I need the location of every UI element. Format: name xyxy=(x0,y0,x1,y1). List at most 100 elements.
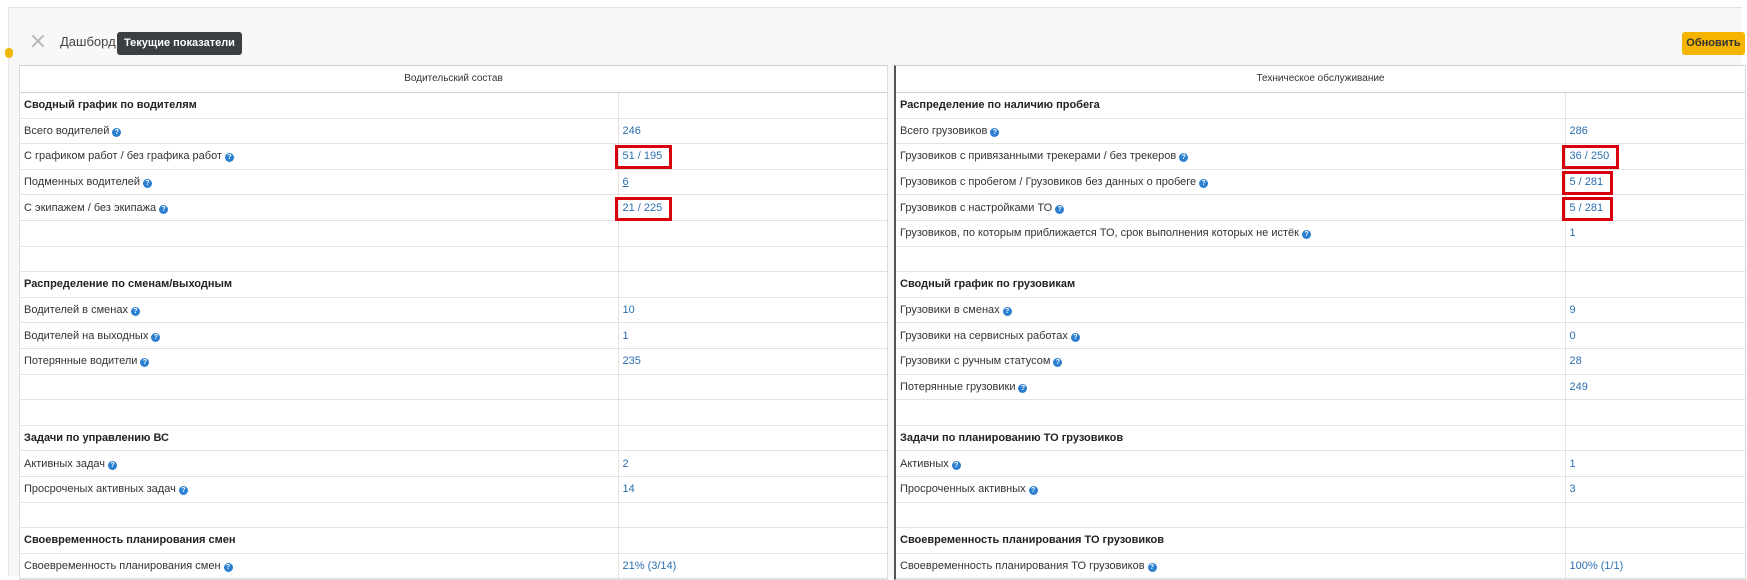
section-header-row: Задачи по управлению ВС xyxy=(20,425,887,452)
close-icon[interactable] xyxy=(31,34,45,48)
section-header-row: Сводный график по водителям xyxy=(20,93,887,119)
value-link[interactable]: 1 xyxy=(1570,458,1576,470)
value-link[interactable]: 1 xyxy=(623,330,629,342)
help-icon[interactable]: ? xyxy=(112,127,122,137)
highlighted-value-link[interactable]: 5 / 281 xyxy=(1570,176,1604,188)
table-row: Грузовиков с привязанными трекерами / бе… xyxy=(896,143,1745,170)
row-label-cell xyxy=(20,246,618,273)
current-indicators-tab[interactable]: Текущие показатели xyxy=(117,32,242,55)
row-value-cell: 5 / 281 xyxy=(1564,169,1745,196)
help-icon[interactable]: ? xyxy=(143,179,152,189)
help-icon[interactable]: ? xyxy=(951,460,961,470)
row-label-cell: Всего водителей? xyxy=(20,118,618,145)
row-value-cell xyxy=(617,374,887,401)
highlighted-value-link[interactable]: 36 / 250 xyxy=(1570,150,1610,162)
value-link[interactable]: 246 xyxy=(623,125,641,137)
value-link[interactable]: 6 xyxy=(623,176,629,188)
value-link[interactable]: 2 xyxy=(623,458,629,470)
empty-row xyxy=(896,246,1745,273)
value-link[interactable]: 0 xyxy=(1570,330,1576,342)
row-value-cell xyxy=(617,502,887,529)
help-icon[interactable]: ? xyxy=(108,460,118,470)
value-link[interactable]: 286 xyxy=(1570,125,1588,137)
empty-row xyxy=(20,374,887,401)
value-link[interactable]: 3 xyxy=(1570,483,1576,495)
help-icon[interactable]: ? xyxy=(1055,204,1065,214)
row-value-cell: 235 xyxy=(617,348,887,375)
help-icon[interactable]: ? xyxy=(1028,486,1038,496)
help-icon[interactable]: ? xyxy=(178,486,188,496)
value-link[interactable]: 249 xyxy=(1570,381,1588,393)
help-icon[interactable]: ? xyxy=(1053,358,1063,368)
row-value-cell: 10 xyxy=(617,297,887,324)
help-icon[interactable]: ? xyxy=(130,307,140,317)
value-link[interactable]: 1 xyxy=(1570,227,1576,239)
highlighted-value-link[interactable]: 51 / 195 xyxy=(623,150,663,162)
maintenance-panel-title: Техническое обслуживание xyxy=(896,66,1745,93)
row-label: Потерянные водители xyxy=(24,355,138,368)
section-title: Задачи по управлению ВС xyxy=(24,432,169,445)
top-bar: Дашборд Текущие показатели Обновить xyxy=(9,8,1745,64)
row-label: С экипажем / без экипажа xyxy=(24,201,157,214)
help-icon[interactable]: ? xyxy=(1179,153,1189,163)
row-label: Грузовиков, по которым приближается ТО, … xyxy=(900,227,1299,240)
value-link[interactable]: 235 xyxy=(623,355,641,367)
row-value-cell xyxy=(617,246,887,273)
help-icon[interactable]: ? xyxy=(1070,332,1080,342)
row-value-cell: 6 xyxy=(617,169,887,196)
row-value-cell: 249 xyxy=(1564,374,1745,401)
empty-row xyxy=(20,246,887,273)
help-icon[interactable]: ? xyxy=(159,204,169,214)
row-label-cell: Всего грузовиков? xyxy=(896,118,1565,145)
value-link[interactable]: 21% (3/14) xyxy=(623,560,677,572)
row-label: Грузовики на сервисных работах xyxy=(900,329,1068,342)
row-label-cell: С графиком работ / без графика работ? xyxy=(20,143,618,170)
table-row: Подменных водителей? 6 xyxy=(20,169,887,196)
table-row: Активных? 1 xyxy=(896,450,1745,477)
row-value-cell: 286 xyxy=(1564,118,1745,145)
help-icon[interactable]: ? xyxy=(1301,230,1311,240)
row-value-cell: 2 xyxy=(617,450,887,477)
help-icon[interactable]: ? xyxy=(151,332,161,342)
refresh-button[interactable]: Обновить xyxy=(1682,32,1745,55)
row-label: Всего водителей xyxy=(24,124,110,137)
help-icon[interactable]: ? xyxy=(1147,562,1157,572)
section-header-row: Своевременность планирования смен xyxy=(20,527,887,554)
help-icon[interactable]: ? xyxy=(1018,383,1028,393)
table-row: Всего грузовиков? 286 xyxy=(896,118,1745,145)
row-value-cell: 1 xyxy=(617,322,887,349)
section-title: Распределение по сменам/выходным xyxy=(24,278,233,291)
section-header-row: Распределение по наличию пробега xyxy=(896,93,1745,119)
value-link[interactable]: 10 xyxy=(623,304,635,316)
value-link[interactable]: 9 xyxy=(1570,304,1576,316)
help-icon[interactable]: ? xyxy=(223,562,233,572)
row-value-cell xyxy=(1564,527,1745,554)
help-icon[interactable]: ? xyxy=(990,127,1000,137)
row-label-cell: Просроченых активных задач? xyxy=(20,476,618,503)
value-link[interactable]: 100% (1/1) xyxy=(1570,560,1624,572)
help-icon[interactable]: ? xyxy=(140,358,150,368)
empty-row xyxy=(896,399,1745,426)
highlighted-value-link[interactable]: 21 / 225 xyxy=(623,202,663,214)
row-value-cell: 0 xyxy=(1564,322,1745,349)
section-header-row: Своевременность планирования ТО грузовик… xyxy=(896,527,1745,554)
row-label: Грузовики в сменах xyxy=(900,304,1000,317)
help-icon[interactable]: ? xyxy=(1199,179,1209,189)
section-header-row: Задачи по планированию ТО грузовиков xyxy=(896,425,1745,452)
table-row: Грузовиков с настройками ТО? 5 / 281 xyxy=(896,194,1745,221)
table-row: Грузовиков с пробегом / Грузовиков без д… xyxy=(896,169,1745,196)
row-label-cell: Водителей в сменах? xyxy=(20,297,618,324)
table-row: С графиком работ / без графика работ? 51 … xyxy=(20,143,887,170)
row-label-cell: Потерянные водители? xyxy=(20,348,618,375)
help-icon[interactable]: ? xyxy=(1002,307,1012,317)
value-link[interactable]: 14 xyxy=(623,483,635,495)
row-value-cell xyxy=(617,271,887,298)
help-icon[interactable]: ? xyxy=(225,153,235,163)
highlighted-value-link[interactable]: 5 / 281 xyxy=(1570,202,1604,214)
row-value-cell xyxy=(617,93,887,119)
empty-row xyxy=(896,502,1745,529)
breadcrumb[interactable]: Дашборд xyxy=(60,34,116,49)
row-value-cell: 9 xyxy=(1564,297,1745,324)
section-title: Своевременность планирования смен xyxy=(24,534,236,547)
value-link[interactable]: 28 xyxy=(1570,355,1582,367)
